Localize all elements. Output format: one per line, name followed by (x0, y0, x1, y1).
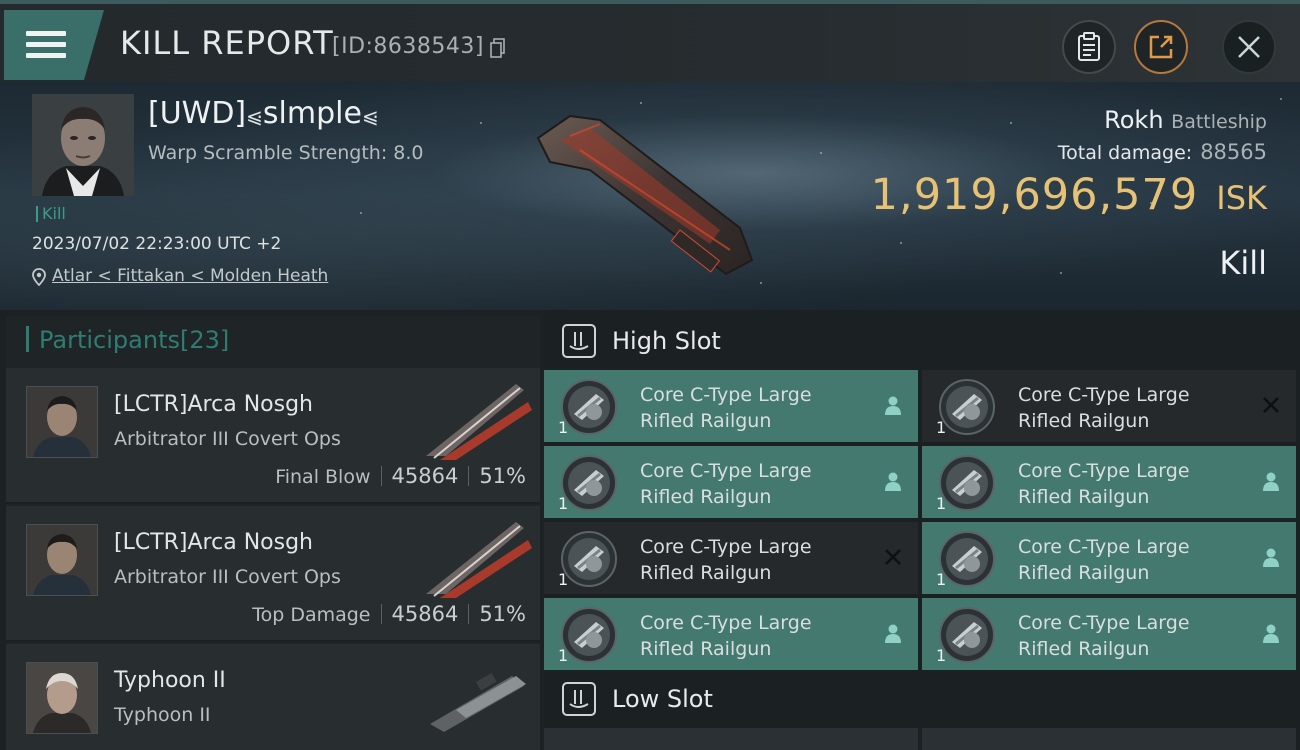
fitted-status-icon (1260, 470, 1282, 492)
high-slot-item[interactable]: 1 Core C-Type Large Rifled Railgun (544, 370, 918, 442)
participant-name: [LCTR]Arca Nosgh (114, 530, 313, 555)
item-quantity: 1 (558, 418, 569, 437)
participants-panel: Participants[23] [LCTR]Arca Nosgh Arbitr… (6, 316, 540, 750)
item-name: Core C-Type Large Rifled Railgun (1018, 536, 1190, 584)
item-name: Core C-Type Large Rifled Railgun (1018, 460, 1190, 508)
copy-icon[interactable] (490, 38, 506, 58)
fitting-panel: High Slot 1 Core C-Type Large Rifled Railg… (544, 310, 1300, 750)
participant-ship-image (426, 522, 532, 598)
share-icon (1149, 35, 1173, 59)
participant-row[interactable]: Typhoon II Typhoon II (6, 644, 540, 750)
railgun-icon (560, 378, 618, 436)
low-slot-icon (562, 682, 596, 716)
victim-ship-type[interactable]: Rokh Battleship (1104, 106, 1267, 134)
close-button[interactable] (1222, 20, 1276, 74)
total-damage: Total damage: 88565 (1057, 140, 1267, 164)
fitted-status-icon (1260, 546, 1282, 568)
participant-row[interactable]: [LCTR]Arca Nosgh Arbitrator III Covert O… (6, 506, 540, 642)
destroyed-status-icon (1260, 394, 1282, 416)
hamburger-icon (26, 31, 66, 59)
high-slot-item[interactable]: 1 Core C-Type Large Rifled Railgun (922, 370, 1296, 442)
isk-value: 1,919,696,579 ISK (870, 170, 1267, 220)
railgun-icon (560, 530, 618, 588)
participant-stats: Top Damage 45864 51% (252, 602, 526, 626)
low-slot-item[interactable] (922, 728, 1296, 750)
warp-scramble-strength: Warp Scramble Strength: 8.0 (148, 142, 424, 164)
share-button[interactable] (1134, 20, 1188, 74)
item-name: Core C-Type Large Rifled Railgun (640, 384, 812, 432)
low-slot-item[interactable] (544, 728, 918, 750)
alliance-mark-icon: ⩿ (246, 104, 263, 128)
fitted-status-icon (1260, 622, 1282, 644)
participant-ship: Arbitrator III Covert Ops (114, 428, 341, 450)
low-slot-header: Low Slot (544, 670, 1300, 728)
item-quantity: 1 (558, 494, 569, 513)
participants-title: Participants[23] (26, 326, 229, 354)
fitted-status-icon (882, 622, 904, 644)
participant-row[interactable]: [LCTR]Arca Nosgh Arbitrator III Covert O… (6, 368, 540, 504)
high-slot-item[interactable]: 1 Core C-Type Large Rifled Railgun (544, 446, 918, 518)
participant-ship-image (430, 673, 526, 732)
victim-name[interactable]: [UWD]⩿slmple⩿ (148, 96, 379, 131)
item-quantity: 1 (936, 494, 947, 513)
victim-banner: [UWD]⩿slmple⩿ Warp Scramble Strength: 8.… (0, 82, 1300, 310)
participant-stats: Final Blow 45864 51% (275, 464, 526, 488)
high-slot-title: High Slot (612, 327, 721, 355)
participant-ship: Typhoon II (114, 704, 211, 726)
high-slot-icon (562, 324, 596, 358)
item-name: Core C-Type Large Rifled Railgun (640, 612, 812, 660)
fitted-status-icon (882, 394, 904, 416)
item-quantity: 1 (936, 646, 947, 665)
item-quantity: 1 (558, 646, 569, 665)
result-label: Kill (1219, 244, 1267, 282)
railgun-icon (938, 606, 996, 664)
railgun-icon (938, 378, 996, 436)
report-id: [ID:8638543] (332, 34, 484, 59)
item-quantity: 1 (558, 570, 569, 589)
location-pin-icon (32, 268, 46, 286)
high-slot-header: High Slot (544, 312, 1300, 370)
item-name: Core C-Type Large Rifled Railgun (1018, 612, 1190, 660)
high-slot-item[interactable]: 1 Core C-Type Large Rifled Railgun (544, 522, 918, 594)
avatar (26, 662, 98, 734)
railgun-icon (938, 454, 996, 512)
item-quantity: 1 (936, 418, 947, 437)
avatar (26, 524, 98, 596)
kill-tag: Kill (36, 204, 66, 223)
railgun-icon (560, 606, 618, 664)
kill-location-link[interactable]: Atlar < Fittakan < Molden Heath (32, 266, 328, 286)
low-slot-title: Low Slot (612, 685, 713, 713)
participant-name: Typhoon II (114, 668, 226, 693)
top-bar: KILL REPORT [ID:8638543] (0, 0, 1300, 82)
victim-ship-image (536, 114, 754, 276)
railgun-icon (938, 530, 996, 588)
menu-button[interactable] (4, 10, 104, 80)
avatar (26, 386, 98, 458)
item-name: Core C-Type Large Rifled Railgun (640, 460, 812, 508)
fitted-status-icon (882, 470, 904, 492)
page-title: KILL REPORT (120, 24, 334, 62)
railgun-icon (560, 454, 618, 512)
close-icon (1238, 36, 1260, 58)
item-name: Core C-Type Large Rifled Railgun (1018, 384, 1190, 432)
destroyed-status-icon (882, 546, 904, 568)
high-slot-item[interactable]: 1 Core C-Type Large Rifled Railgun (922, 598, 1296, 670)
high-slot-item[interactable]: 1 Core C-Type Large Rifled Railgun (544, 598, 918, 670)
clipboard-button[interactable] (1062, 20, 1116, 74)
corp-mark-icon: ⩿ (361, 104, 379, 128)
item-quantity: 1 (936, 570, 947, 589)
kill-datetime: 2023/07/02 22:23:00 UTC +2 (32, 234, 282, 254)
clipboard-icon (1078, 32, 1100, 61)
high-slot-item[interactable]: 1 Core C-Type Large Rifled Railgun (922, 446, 1296, 518)
participant-name: [LCTR]Arca Nosgh (114, 392, 313, 417)
item-name: Core C-Type Large Rifled Railgun (640, 536, 812, 584)
participant-ship: Arbitrator III Covert Ops (114, 566, 341, 588)
high-slot-item[interactable]: 1 Core C-Type Large Rifled Railgun (922, 522, 1296, 594)
participant-ship-image (426, 384, 532, 460)
victim-portrait[interactable] (32, 94, 134, 196)
